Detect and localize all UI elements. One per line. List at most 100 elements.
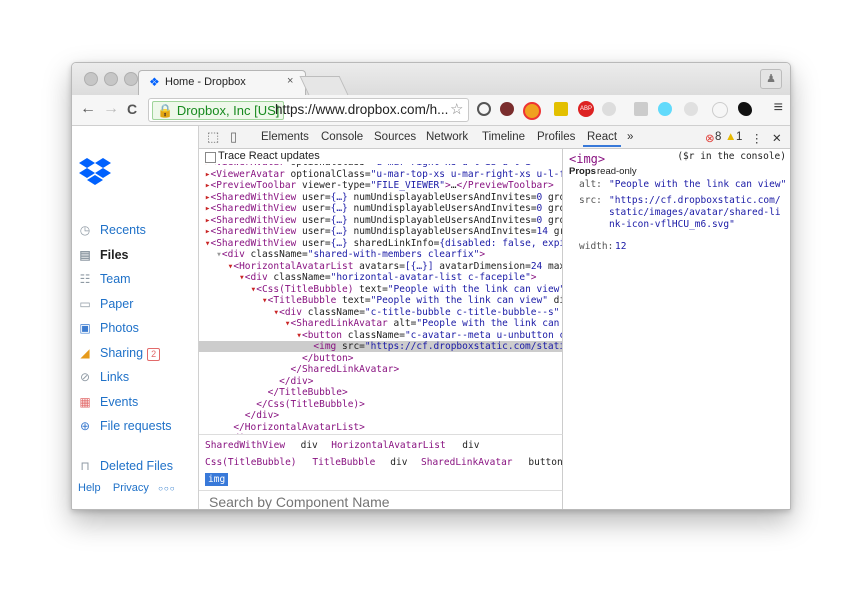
sidebar-item-deleted-files[interactable]: ⊓ Deleted Files xyxy=(78,459,173,477)
tree-node[interactable]: ▾<SharedLinkAvatar alt="People with the … xyxy=(199,318,562,329)
tree-node-text: <Css(TitleBubble) text="People with the … xyxy=(256,283,562,295)
breadcrumb-item[interactable]: SharedLinkAvatar xyxy=(421,457,513,468)
tree-node[interactable]: </SharedLinkAvatar> xyxy=(199,364,562,375)
breadcrumb-item[interactable]: button xyxy=(528,457,562,468)
extension-key-icon[interactable] xyxy=(684,102,698,116)
tab-network[interactable]: Network xyxy=(426,131,468,143)
adblock-plus-icon[interactable]: ABP xyxy=(578,101,594,117)
tab-react[interactable]: React xyxy=(587,131,617,143)
tab-profiles[interactable]: Profiles xyxy=(537,131,575,143)
devtools-menu-icon[interactable]: ⋮ xyxy=(751,131,763,145)
component-tree[interactable]: Trace React updates ▸<ViewerAvatar optio… xyxy=(199,149,563,434)
extension-pocket-icon[interactable] xyxy=(500,102,514,116)
tree-node[interactable]: </button> xyxy=(199,353,562,364)
tree-node-selected[interactable]: <img src="https://cf.dropboxstatic.com/s… xyxy=(199,341,562,352)
tree-node[interactable]: ▸<SharedWithView user={…} numUndisplayab… xyxy=(199,215,562,226)
forward-arrow-icon[interactable]: → xyxy=(103,100,119,118)
tree-node[interactable]: ▸<SharedWithView user={…} numUndisplayab… xyxy=(199,203,562,214)
extension-yellow-icon[interactable] xyxy=(554,102,568,116)
maximize-window-button[interactable] xyxy=(124,72,138,86)
warning-count[interactable]: 1 xyxy=(736,131,742,143)
tree-node[interactable]: ▾<HorizontalAvatarList avatars=[{…}] ava… xyxy=(199,261,562,272)
tree-node[interactable]: ▸<SharedWithView user={…} numUndisplayab… xyxy=(199,226,562,237)
tab-timeline[interactable]: Timeline xyxy=(482,131,525,143)
breadcrumb-item[interactable]: div xyxy=(462,440,479,451)
breadcrumb-item[interactable]: HorizontalAvatarList xyxy=(331,440,445,451)
tree-node[interactable]: ▸<PreviewToolbar viewer-type="FILE_VIEWE… xyxy=(199,180,562,191)
more-tabs-icon[interactable]: » xyxy=(627,131,633,143)
extension-color-icon[interactable] xyxy=(523,102,541,120)
extension-info-icon[interactable] xyxy=(477,102,491,116)
tree-node[interactable]: </Css(TitleBubble)> xyxy=(199,399,562,410)
inspect-element-icon[interactable]: ⬚ xyxy=(207,129,219,145)
file-icon: ▤ xyxy=(79,248,91,262)
tab-elements[interactable]: Elements xyxy=(261,131,309,143)
react-devtools-icon[interactable] xyxy=(658,102,672,116)
clock-icon: ◷ xyxy=(79,223,91,237)
tree-node[interactable]: ▾<div className="shared-with-members cle… xyxy=(199,249,562,260)
sidebar-item-photos[interactable]: ▣ Photos xyxy=(78,321,139,339)
new-tab-button[interactable] xyxy=(299,76,349,95)
tree-node[interactable]: ▾<div className="horizontal-avatar-list … xyxy=(199,272,562,283)
back-arrow-icon[interactable]: ← xyxy=(80,100,96,118)
tab-close-icon[interactable]: × xyxy=(287,75,293,87)
sidebar-item-sharing[interactable]: ◢ Sharing 2 xyxy=(78,346,161,364)
sidebar-item-links[interactable]: ⊘ Links xyxy=(78,370,129,388)
extension-grid-icon[interactable] xyxy=(634,102,648,116)
minimize-window-button[interactable] xyxy=(104,72,118,86)
error-count[interactable]: 8 xyxy=(715,131,721,143)
props-pane: <img> ($r in the console) Props read-onl… xyxy=(563,149,790,509)
tree-node[interactable]: ▾<SharedWithView user={…} sharedLinkInfo… xyxy=(199,238,562,249)
tree-node[interactable]: ▾<Css(TitleBubble) text="People with the… xyxy=(199,284,562,295)
devtools-close-icon[interactable]: ✕ xyxy=(772,131,782,145)
breadcrumb-item[interactable]: SharedWithView xyxy=(205,440,285,451)
trace-react-updates[interactable]: Trace React updates xyxy=(199,149,562,164)
tree-node[interactable]: ▾<TitleBubble text="People with the link… xyxy=(199,295,562,306)
sidebar-item-file-requests[interactable]: ⊕ File requests xyxy=(78,419,172,437)
prop-value-src[interactable]: "https://cf.dropboxstatic.com/static/ima… xyxy=(609,195,785,231)
dropbox-logo-icon[interactable] xyxy=(78,156,112,186)
sidebar-item-recents[interactable]: ◷ Recents xyxy=(78,223,146,241)
tab-console[interactable]: Console xyxy=(321,131,363,143)
help-link[interactable]: Help xyxy=(78,482,101,494)
tree-node[interactable]: ▸<ViewerAvatar optionalClass="u-mar-top-… xyxy=(199,169,562,180)
address-bar[interactable]: 🔒 Dropbox, Inc [US] https://www.dropbox.… xyxy=(148,98,469,122)
privacy-link[interactable]: Privacy xyxy=(113,482,149,494)
sidebar-item-paper[interactable]: ▭ Paper xyxy=(78,297,133,315)
extension-bird-icon[interactable] xyxy=(738,102,752,116)
reload-icon[interactable]: C xyxy=(127,101,137,117)
secure-badge[interactable]: 🔒 Dropbox, Inc [US] xyxy=(152,101,285,120)
prop-key-src: src: xyxy=(579,195,602,206)
tree-node[interactable]: </div> xyxy=(199,410,562,421)
extension-circle-icon[interactable] xyxy=(712,102,728,118)
device-mode-icon[interactable]: ▯ xyxy=(230,129,237,145)
tree-node[interactable]: </TitleBubble> xyxy=(199,387,562,398)
breadcrumb-current-img[interactable]: img xyxy=(205,473,229,486)
tree-node[interactable]: </HorizontalAvatarList> xyxy=(199,422,562,433)
prop-value-alt[interactable]: "People with the link can view" xyxy=(609,179,789,190)
bookmark-star-icon[interactable]: ☆ xyxy=(450,100,463,118)
breadcrumb-item[interactable]: Css(TitleBubble) xyxy=(205,457,297,468)
breadcrumb-item[interactable]: div xyxy=(301,440,318,451)
tab-sources[interactable]: Sources xyxy=(374,131,416,143)
close-window-button[interactable] xyxy=(84,72,98,86)
browser-menu-icon[interactable]: ≡ xyxy=(774,99,783,117)
sidebar-item-events[interactable]: ▦ Events xyxy=(78,395,138,413)
breadcrumb-item[interactable]: TitleBubble xyxy=(312,457,375,468)
tree-node[interactable]: ▸<SharedWithView user={…} numUndisplayab… xyxy=(199,192,562,203)
sidebar-item-files[interactable]: ▤ Files xyxy=(78,248,128,266)
trace-updates-checkbox[interactable] xyxy=(205,152,216,163)
sidebar-item-label: Deleted Files xyxy=(100,459,173,473)
tree-node[interactable]: ▾<div className="c-title-bubble c-title-… xyxy=(199,307,562,318)
component-search-input[interactable] xyxy=(207,493,551,509)
tab-title: Home - Dropbox xyxy=(165,76,246,88)
profile-icon[interactable]: ♟ xyxy=(760,69,782,89)
more-options-icon[interactable]: ○○○ xyxy=(158,484,176,493)
tree-node[interactable]: </div> xyxy=(199,376,562,387)
extension-grey-icon[interactable] xyxy=(602,102,616,116)
sidebar-item-label: Links xyxy=(100,370,130,384)
prop-value-width[interactable]: 12 xyxy=(615,241,626,252)
breadcrumb-item[interactable]: div xyxy=(390,457,407,468)
tree-node[interactable]: ▾<button className="c-avatar--meta u-unb… xyxy=(199,330,562,341)
sidebar-item-team[interactable]: ☷ Team xyxy=(78,272,131,290)
